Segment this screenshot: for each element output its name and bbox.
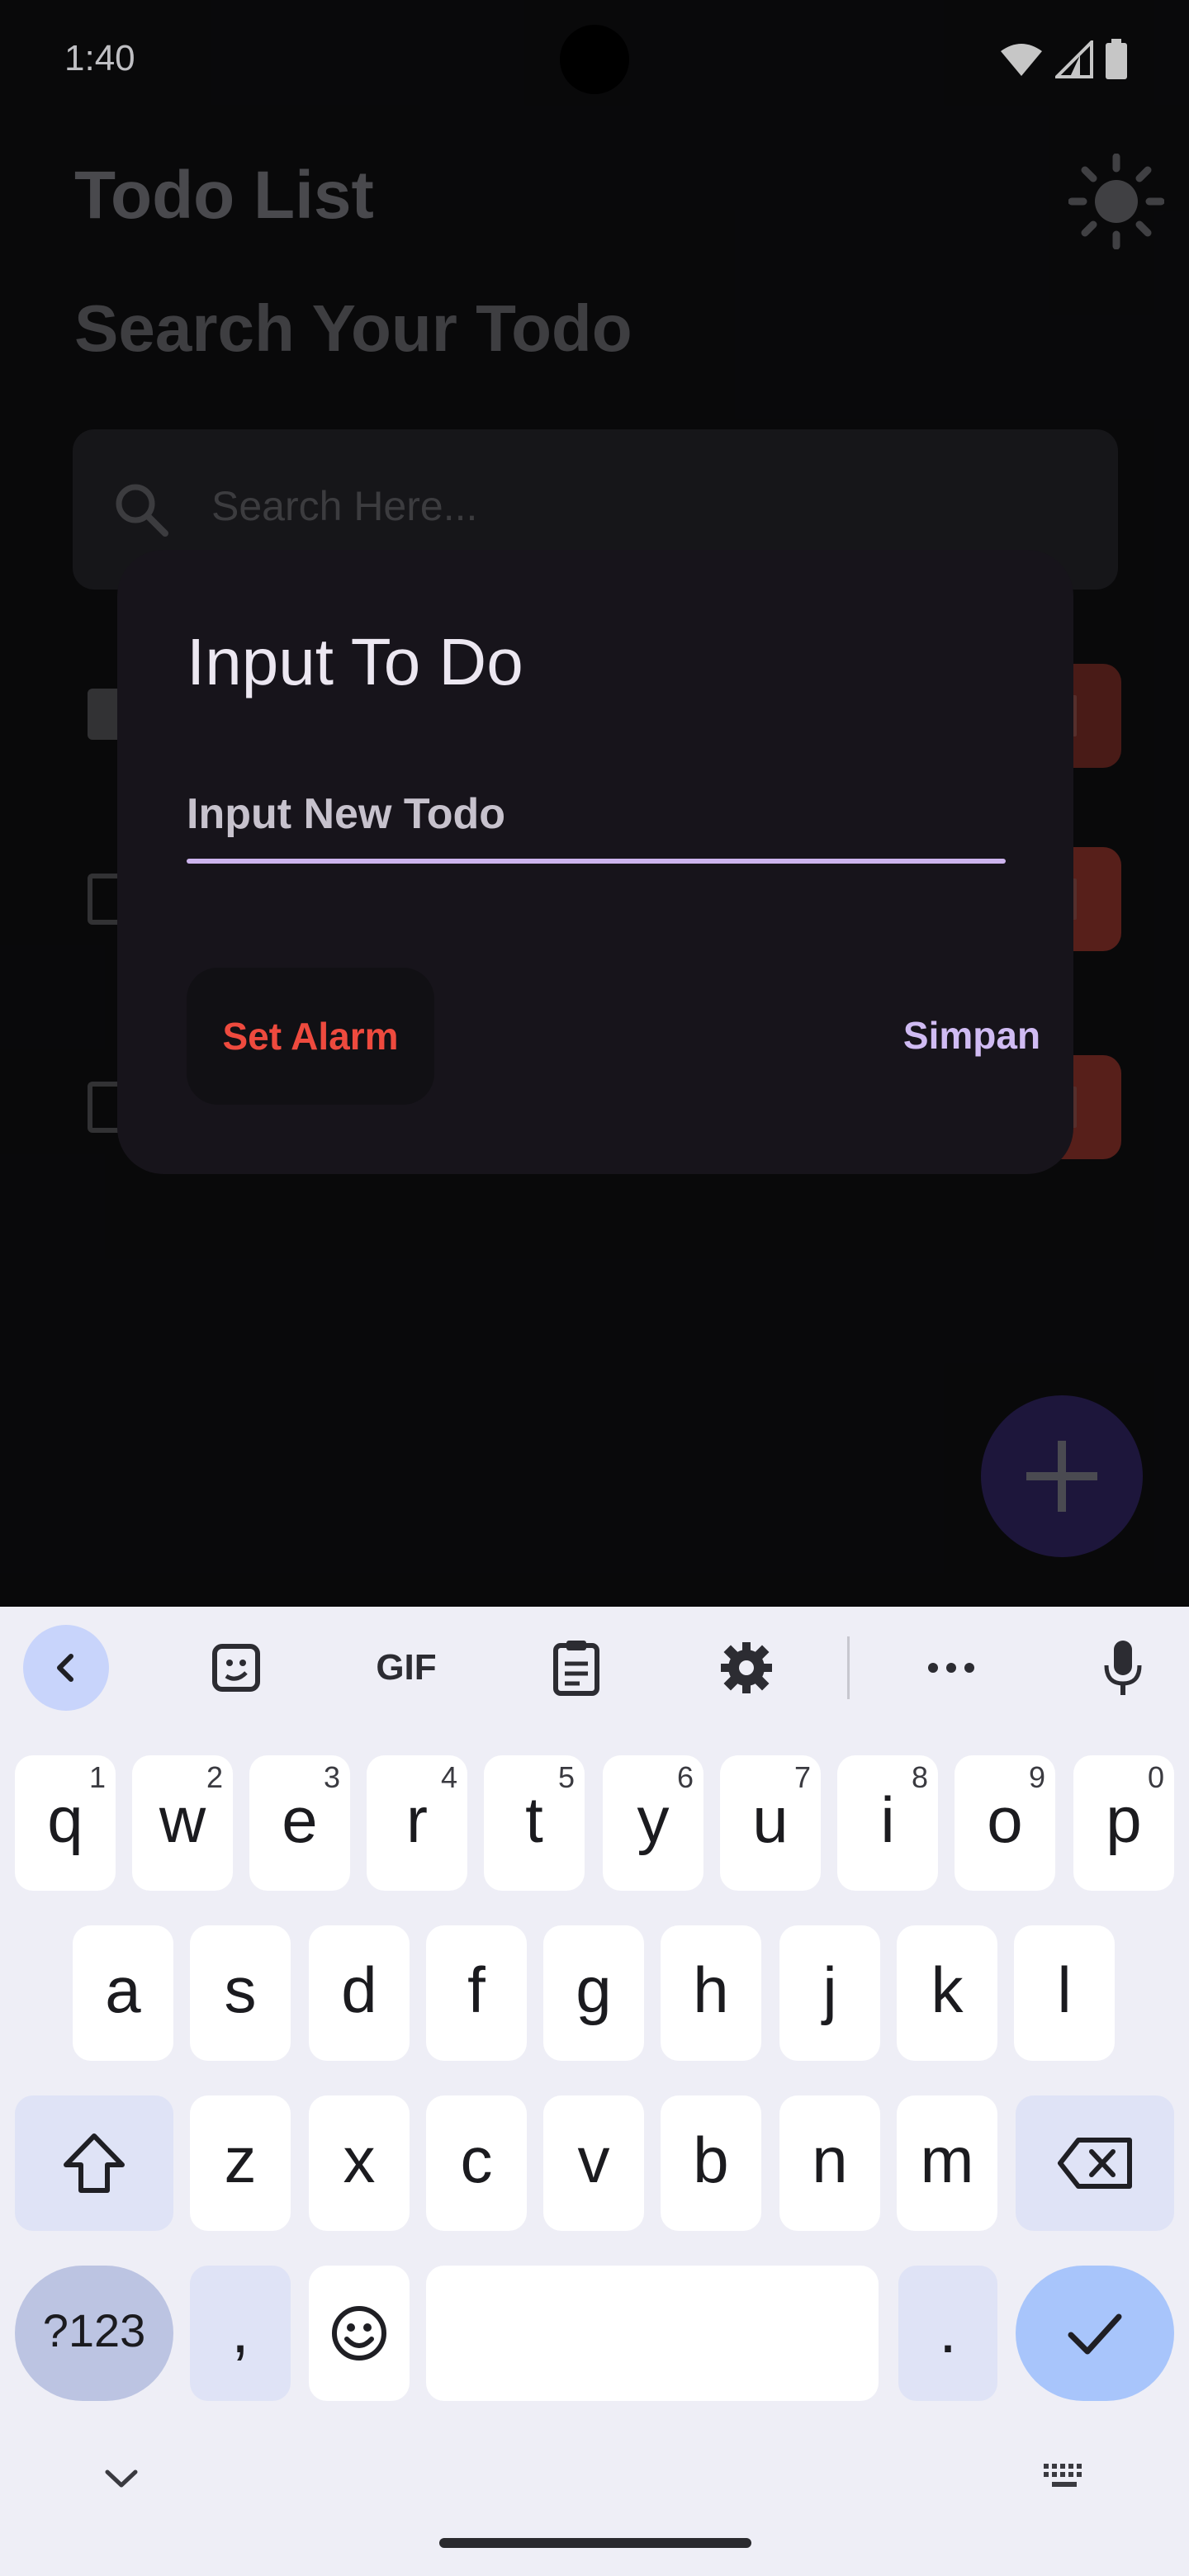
input-underline bbox=[187, 859, 1006, 864]
key-z[interactable]: z bbox=[190, 2095, 291, 2231]
key-g[interactable]: g bbox=[543, 1925, 644, 2061]
back-icon bbox=[57, 1654, 73, 1682]
app-title: Todo List bbox=[74, 158, 374, 233]
todo-text-field[interactable]: Input New Todo bbox=[187, 789, 1006, 864]
key-f[interactable]: f bbox=[426, 1925, 527, 2061]
emoji-key[interactable] bbox=[309, 2266, 410, 2401]
keyboard-settings-button[interactable] bbox=[702, 1627, 791, 1709]
chevron-down-icon bbox=[105, 2469, 138, 2488]
key-b[interactable]: b bbox=[661, 2095, 761, 2231]
backspace-icon bbox=[1058, 2138, 1132, 2189]
key-l[interactable]: l bbox=[1014, 1925, 1115, 2061]
key-t[interactable]: t5 bbox=[484, 1755, 585, 1891]
keyboard-icon bbox=[1044, 2464, 1082, 2487]
key-a[interactable]: a bbox=[73, 1925, 173, 2061]
search-heading: Search Your Todo bbox=[74, 291, 632, 365]
theme-toggle-button[interactable] bbox=[1065, 152, 1168, 251]
key-j[interactable]: j bbox=[779, 1925, 880, 2061]
input-todo-dialog: Input To Do Input New Todo Set Alarm Sim… bbox=[117, 550, 1073, 1174]
key-v[interactable]: v bbox=[543, 2095, 644, 2231]
backspace-key[interactable] bbox=[1016, 2095, 1174, 2231]
keyboard-nav-area bbox=[0, 2434, 1189, 2576]
shift-icon bbox=[64, 2133, 125, 2193]
space-key[interactable] bbox=[426, 2266, 879, 2401]
comma-key[interactable]: , bbox=[190, 2266, 291, 2401]
key-n[interactable]: n bbox=[779, 2095, 880, 2231]
keyboard: GIF q1 w2 e3 r4 t5 y6 u7 i8 o9 p0 a s d … bbox=[0, 1607, 1189, 2576]
enter-key[interactable] bbox=[1016, 2266, 1174, 2401]
emoji-icon bbox=[332, 2306, 386, 2361]
key-x[interactable]: x bbox=[309, 2095, 410, 2231]
gif-icon: GIF bbox=[376, 1647, 437, 1688]
settings-icon bbox=[721, 1642, 772, 1693]
sticker-icon bbox=[212, 1644, 260, 1692]
mic-icon bbox=[1104, 1641, 1142, 1695]
set-alarm-button[interactable]: Set Alarm bbox=[187, 968, 434, 1105]
search-placeholder: Search Here... bbox=[211, 483, 478, 529]
hide-keyboard-button[interactable] bbox=[99, 2462, 144, 2499]
key-q[interactable]: q1 bbox=[15, 1755, 116, 1891]
clipboard-button[interactable] bbox=[532, 1627, 621, 1709]
keyboard-back-button[interactable] bbox=[23, 1625, 109, 1711]
key-k[interactable]: k bbox=[897, 1925, 997, 2061]
key-p[interactable]: p0 bbox=[1073, 1755, 1174, 1891]
switch-keyboard-button[interactable] bbox=[1042, 2460, 1088, 2498]
save-button[interactable]: Simpan bbox=[885, 979, 1059, 1091]
more-button[interactable] bbox=[907, 1627, 996, 1709]
key-d[interactable]: d bbox=[309, 1925, 410, 2061]
search-icon bbox=[116, 484, 168, 537]
key-o[interactable]: o9 bbox=[955, 1755, 1055, 1891]
gesture-bar bbox=[439, 2538, 751, 2548]
add-todo-fab[interactable] bbox=[981, 1395, 1143, 1557]
shift-key[interactable] bbox=[15, 2095, 173, 2231]
sticker-button[interactable] bbox=[192, 1627, 281, 1709]
keyboard-toolbar: GIF bbox=[0, 1607, 1189, 1731]
todo-input-placeholder: Input New Todo bbox=[187, 790, 506, 838]
key-i[interactable]: i8 bbox=[837, 1755, 938, 1891]
sun-icon bbox=[1068, 154, 1164, 249]
period-key[interactable]: . bbox=[898, 2266, 997, 2401]
key-h[interactable]: h bbox=[661, 1925, 761, 2061]
clipboard-icon bbox=[553, 1641, 599, 1696]
key-u[interactable]: u7 bbox=[720, 1755, 821, 1891]
voice-input-button[interactable] bbox=[1078, 1627, 1168, 1709]
dialog-title: Input To Do bbox=[187, 625, 523, 698]
key-r[interactable]: r4 bbox=[367, 1755, 467, 1891]
key-m[interactable]: m bbox=[897, 2095, 997, 2231]
key-y[interactable]: y6 bbox=[603, 1755, 703, 1891]
key-e[interactable]: e3 bbox=[249, 1755, 350, 1891]
gif-button[interactable]: GIF bbox=[362, 1627, 451, 1709]
symbols-key[interactable]: ?123 bbox=[15, 2266, 173, 2401]
more-icon bbox=[928, 1663, 974, 1673]
key-c[interactable]: c bbox=[426, 2095, 527, 2231]
key-s[interactable]: s bbox=[190, 1925, 291, 2061]
check-icon bbox=[1068, 2313, 1122, 2355]
plus-icon bbox=[1026, 1441, 1097, 1512]
key-w[interactable]: w2 bbox=[132, 1755, 233, 1891]
toolbar-divider bbox=[847, 1636, 850, 1699]
